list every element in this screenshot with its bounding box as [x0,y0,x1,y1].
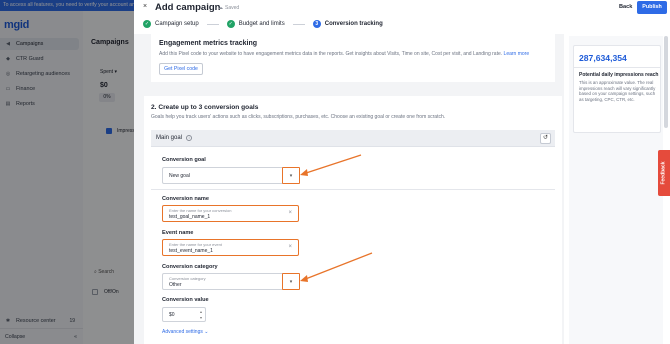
annotation-arrows [300,154,373,282]
annotation-arrow [302,252,373,281]
arrowhead [300,275,308,282]
annotation-arrow [302,154,362,175]
arrowhead [300,169,308,176]
